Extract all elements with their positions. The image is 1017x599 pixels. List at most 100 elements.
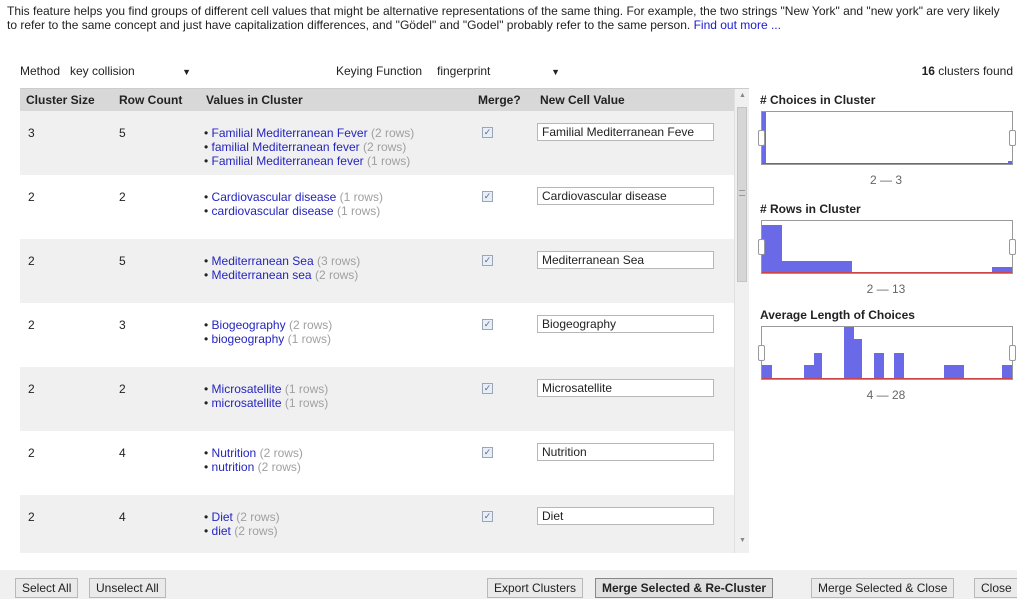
method-select[interactable]: key collision ▼	[67, 62, 195, 80]
table-scrollbar[interactable]: ▲ ▼	[734, 89, 749, 553]
new-cell-value-input[interactable]: Biogeography	[537, 315, 714, 333]
merge-checkbox[interactable]: ✓	[482, 127, 493, 138]
range-slider-right-handle[interactable]	[1009, 345, 1016, 361]
header-values-in-cluster: Values in Cluster	[206, 93, 303, 107]
cluster-value-link[interactable]: Microsatellite	[212, 382, 282, 396]
bullet-icon: •	[204, 332, 212, 346]
value-row-count: (2 rows)	[236, 510, 280, 524]
list-item: • Familial Mediterranean Fever (2 rows)	[204, 126, 414, 140]
new-cell-value-input[interactable]: Nutrition	[537, 443, 714, 461]
new-cell-value-input[interactable]: Diet	[537, 507, 714, 525]
header-cluster-size: Cluster Size	[26, 93, 95, 107]
range-slider-right-handle[interactable]	[1009, 239, 1016, 255]
merge-recluster-button[interactable]: Merge Selected & Re-Cluster	[595, 578, 774, 598]
facet-histogram	[758, 220, 1016, 274]
cluster-value-link[interactable]: cardiovascular disease	[212, 204, 334, 218]
values-in-cluster-cell: • Mediterranean Sea (3 rows) • Mediterran…	[204, 254, 360, 282]
merge-checkbox[interactable]: ✓	[482, 383, 493, 394]
cluster-value-link[interactable]: diet	[212, 524, 231, 538]
bullet-icon: •	[204, 524, 212, 538]
cluster-value-link[interactable]: Familial Mediterranean Fever	[212, 126, 368, 140]
cluster-value-link[interactable]: nutrition	[212, 460, 255, 474]
bullet-icon: •	[204, 140, 212, 154]
row-count-cell: 2	[119, 190, 126, 204]
histogram-baseline	[762, 272, 1012, 273]
cluster-value-link[interactable]: Biogeography	[212, 318, 286, 332]
keying-function-select[interactable]: fingerprint ▼	[434, 62, 564, 80]
select-all-button[interactable]: Select All	[15, 578, 79, 598]
range-slider-left-handle[interactable]	[758, 130, 765, 146]
table-row: 2 2 • Microsatellite (1 rows) • microsatell…	[20, 367, 734, 431]
merge-checkbox[interactable]: ✓	[482, 319, 493, 330]
list-item: • Cardiovascular disease (1 rows)	[204, 190, 383, 204]
list-item: • microsatellite (1 rows)	[204, 396, 328, 410]
find-out-more-link[interactable]: Find out more ...	[694, 18, 781, 32]
row-count-cell: 5	[119, 126, 126, 140]
intro-text: This feature helps you find groups of di…	[7, 4, 1012, 32]
keying-function-label: Keying Function	[336, 64, 423, 78]
cluster-value-link[interactable]: Mediterranean sea	[212, 268, 312, 282]
histogram-bar	[762, 225, 782, 273]
value-row-count: (2 rows)	[362, 140, 407, 154]
new-cell-value-input[interactable]: Cardiovascular disease	[537, 187, 714, 205]
histogram-bar	[844, 327, 854, 379]
method-label: Method	[20, 64, 61, 78]
value-row-count: (2 rows)	[314, 268, 359, 282]
list-item: • Nutrition (2 rows)	[204, 446, 303, 460]
merge-checkbox[interactable]: ✓	[482, 447, 493, 458]
value-row-count: (1 rows)	[366, 154, 411, 168]
method-select-value: key collision	[70, 64, 135, 78]
bullet-icon: •	[204, 318, 212, 332]
merge-close-button[interactable]: Merge Selected & Close	[811, 578, 955, 598]
scroll-down-icon[interactable]: ▼	[735, 537, 749, 551]
value-row-count: (2 rows)	[259, 446, 303, 460]
cluster-value-link[interactable]: familial Mediterranean fever	[212, 140, 360, 154]
bullet-icon: •	[204, 154, 212, 168]
cluster-value-link[interactable]: Diet	[212, 510, 233, 524]
facet-range: 2 — 3	[869, 173, 902, 187]
histogram-bar	[874, 353, 884, 379]
cluster-size-cell: 2	[28, 446, 35, 460]
list-item: • Biogeography (2 rows)	[204, 318, 332, 332]
bullet-icon: •	[204, 204, 212, 218]
table-row: 3 5 • Familial Mediterranean Fever (2 rows…	[20, 111, 734, 175]
scrollbar-thumb[interactable]	[737, 107, 747, 282]
keying-function-value: fingerprint	[437, 64, 491, 78]
values-in-cluster-cell: • Familial Mediterranean Fever (2 rows) •…	[204, 126, 414, 168]
cluster-value-link[interactable]: Nutrition	[212, 446, 257, 460]
chevron-down-icon: ▼	[182, 67, 191, 77]
values-in-cluster-cell: • Microsatellite (1 rows) • microsatellit…	[204, 382, 328, 410]
list-item: • Mediterranean Sea (3 rows)	[204, 254, 360, 268]
new-cell-value-input[interactable]: Mediterranean Sea	[537, 251, 714, 269]
unselect-all-button[interactable]: Unselect All	[89, 578, 166, 598]
merge-checkbox[interactable]: ✓	[482, 255, 493, 266]
list-item: • biogeography (1 rows)	[204, 332, 332, 346]
merge-checkbox[interactable]: ✓	[482, 191, 493, 202]
list-item: • familial Mediterranean fever (2 rows)	[204, 140, 414, 154]
histogram-bar	[804, 365, 814, 379]
range-slider-left-handle[interactable]	[758, 239, 765, 255]
values-in-cluster-cell: • Biogeography (2 rows) • biogeography (1…	[204, 318, 332, 346]
value-row-count: (1 rows)	[284, 382, 329, 396]
cluster-value-link[interactable]: Cardiovascular disease	[212, 190, 337, 204]
range-slider-left-handle[interactable]	[758, 345, 765, 361]
list-item: • Diet (2 rows)	[204, 510, 280, 524]
range-slider-right-handle[interactable]	[1009, 130, 1016, 146]
new-cell-value-input[interactable]: Microsatellite	[537, 379, 714, 397]
cluster-value-link[interactable]: Familial Mediterranean fever	[212, 154, 364, 168]
row-count-cell: 4	[119, 510, 126, 524]
cluster-value-link[interactable]: microsatellite	[212, 396, 282, 410]
new-cell-value-input[interactable]: Familial Mediterranean Feve	[537, 123, 714, 141]
table-row: 2 4 • Nutrition (2 rows) • nutrition (2 row…	[20, 431, 734, 495]
bullet-icon: •	[204, 254, 212, 268]
value-row-count: (1 rows)	[336, 204, 381, 218]
value-row-count: (2 rows)	[234, 524, 278, 538]
cluster-value-link[interactable]: biogeography	[212, 332, 285, 346]
merge-checkbox[interactable]: ✓	[482, 511, 493, 522]
table-row: 2 4 • Diet (2 rows) • diet (2 rows) ✓ Diet	[20, 495, 734, 553]
cluster-value-link[interactable]: Mediterranean Sea	[212, 254, 314, 268]
list-item: • Microsatellite (1 rows)	[204, 382, 328, 396]
export-clusters-button[interactable]: Export Clusters	[487, 578, 584, 598]
close-button[interactable]: Close	[974, 578, 1017, 598]
scroll-up-icon[interactable]: ▲	[735, 92, 749, 106]
